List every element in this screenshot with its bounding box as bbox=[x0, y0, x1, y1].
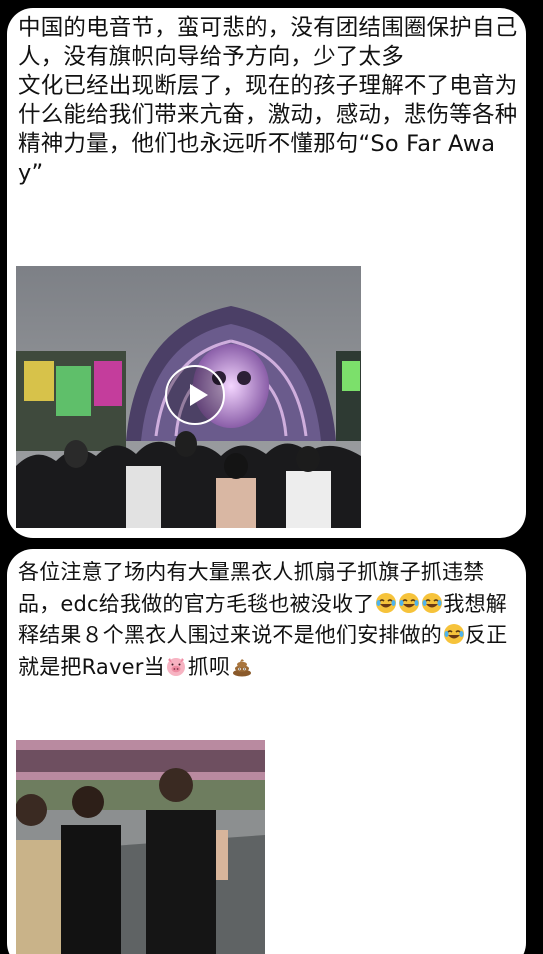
face-with-tears-of-joy-icon bbox=[398, 592, 420, 614]
crowd-photo bbox=[16, 740, 265, 954]
pile-of-poo-icon bbox=[231, 655, 253, 677]
text-segment: 抓呗 bbox=[187, 654, 231, 679]
pig-face-icon bbox=[165, 655, 187, 677]
post-card[interactable]: 中国的电音节，蛮可悲的，没有团结围圈保护自己人，没有旗帜向导给予方向，少了太多 … bbox=[7, 8, 526, 538]
play-icon[interactable] bbox=[165, 365, 225, 425]
feed: 中国的电音节，蛮可悲的，没有团结围圈保护自己人，没有旗帜向导给予方向，少了太多 … bbox=[0, 0, 543, 954]
post-image[interactable] bbox=[16, 740, 265, 954]
video-thumbnail[interactable] bbox=[16, 266, 361, 528]
face-with-tears-of-joy-icon bbox=[421, 592, 443, 614]
post-card[interactable]: 各位注意了场内有大量黑衣人抓扇子抓旗子抓违禁品，edc给我做的官方毛毯也被没收了… bbox=[7, 549, 526, 954]
post-paragraph: 中国的电音节，蛮可悲的，没有团结围圈保护自己人，没有旗帜向导给予方向，少了太多 bbox=[18, 15, 518, 70]
post-paragraph: 文化已经出现断层了，现在的孩子理解不了电音为什么能给我们带来亢奋，激动，感动，悲… bbox=[18, 73, 518, 186]
post-paragraph: 各位注意了场内有大量黑衣人抓扇子抓旗子抓违禁品，edc给我做的官方毛毯也被没收了… bbox=[18, 557, 518, 683]
post-text: 各位注意了场内有大量黑衣人抓扇子抓旗子抓违禁品，edc给我做的官方毛毯也被没收了… bbox=[18, 557, 518, 683]
post-text: 中国的电音节，蛮可悲的，没有团结围圈保护自己人，没有旗帜向导给予方向，少了太多 … bbox=[18, 14, 518, 188]
face-with-tears-of-joy-icon bbox=[443, 623, 465, 645]
face-with-tears-of-joy-icon bbox=[375, 592, 397, 614]
